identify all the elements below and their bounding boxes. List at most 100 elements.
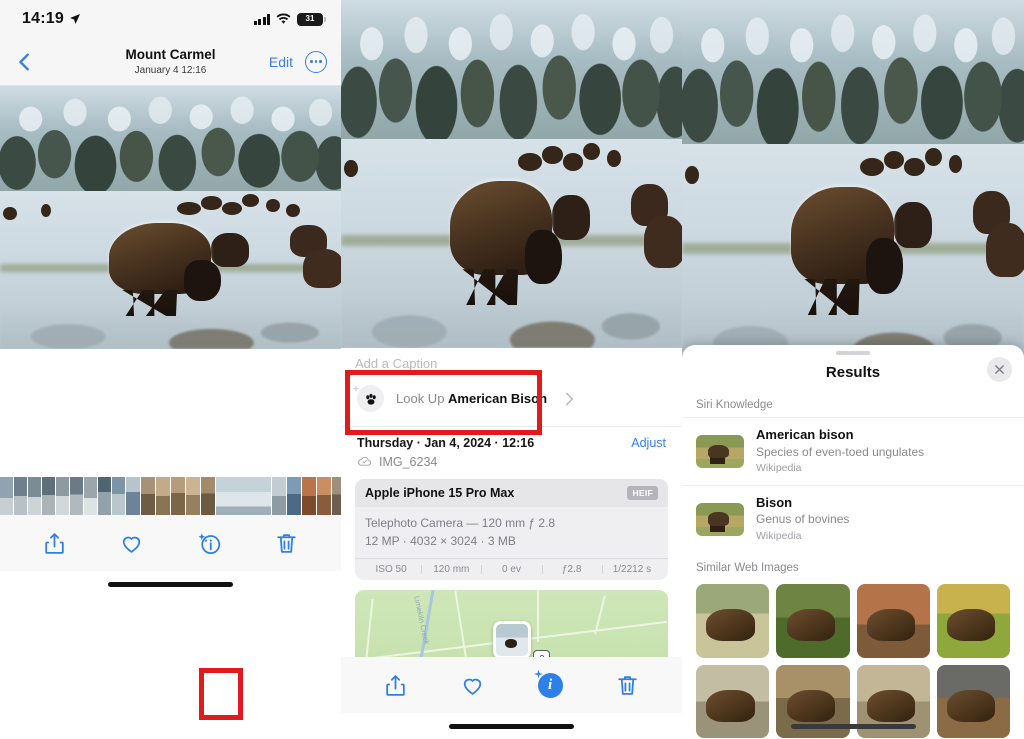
home-indicator[interactable] (790, 723, 916, 729)
knowledge-item[interactable]: American bison Species of even-toed ungu… (682, 417, 1024, 485)
photo-viewer[interactable] (0, 86, 341, 349)
lens-info: Telephoto Camera — 120 mm ƒ 2.8 (365, 516, 556, 530)
share-icon[interactable] (383, 673, 408, 698)
bison-far (518, 153, 543, 171)
filmstrip-thumb[interactable] (287, 477, 301, 515)
trash-icon[interactable] (615, 673, 640, 698)
edit-button[interactable]: Edit (269, 54, 293, 70)
heart-icon[interactable] (119, 531, 144, 556)
wifi-icon (276, 13, 291, 24)
filmstrip-thumb-selected[interactable] (216, 477, 271, 515)
chevron-left-icon[interactable] (14, 51, 36, 73)
share-icon[interactable] (42, 531, 67, 556)
filmstrip-thumb[interactable] (56, 477, 69, 515)
close-icon[interactable] (987, 357, 1012, 382)
heart-icon[interactable] (460, 673, 485, 698)
home-indicator[interactable] (108, 581, 233, 587)
exif-card: Apple iPhone 15 Pro Max HEIF Telephoto C… (355, 479, 668, 580)
filmstrip-thumb[interactable] (171, 477, 185, 515)
file-name: IMG_6234 (379, 454, 438, 469)
photo-pin-icon[interactable] (492, 620, 531, 664)
filmstrip-thumb[interactable] (84, 477, 97, 515)
battery-level: 31 (305, 14, 315, 23)
photo-viewer[interactable] (341, 0, 682, 348)
bottom-toolbar (0, 515, 341, 571)
filmstrip-thumb[interactable] (126, 477, 140, 515)
photo-viewer[interactable] (682, 0, 1024, 360)
caption-input[interactable]: Add a Caption (341, 348, 682, 371)
web-image-subject (786, 609, 835, 642)
chevron-right-icon (566, 392, 574, 405)
photo-filmstrip[interactable] (0, 477, 341, 515)
bison-far (606, 149, 621, 168)
bison-far (221, 201, 243, 215)
web-image-subject (947, 609, 996, 642)
nav-bar: Mount Carmel January 4 12:16 Edit (0, 38, 341, 86)
home-indicator-area (341, 713, 682, 739)
web-image-thumb[interactable] (696, 584, 770, 658)
web-image-thumb[interactable] (936, 584, 1010, 658)
nav-actions: Edit (269, 50, 327, 73)
knowledge-item[interactable]: Bison Genus of bovines Wikipedia (682, 484, 1024, 553)
info-sparkle-icon[interactable] (197, 531, 222, 556)
capture-date-row: Thursday · Jan 4, 2024 · 12:16 Adjust (341, 427, 682, 450)
status-right: 31 (253, 12, 326, 26)
filmstrip-thumb[interactable] (156, 477, 170, 515)
sparkle-icon (351, 384, 361, 393)
photo-forest (0, 86, 341, 197)
panel-lookup-results: Results Siri Knowledge American bison Sp… (682, 0, 1024, 739)
bison-far (685, 165, 700, 184)
image-specs: 12 MP · 4032 × 3024 · 3 MB (365, 534, 516, 548)
exif-body: Telephoto Camera — 120 mm ƒ 2.8 12 MP · … (355, 507, 668, 558)
home-indicator-area (682, 713, 1024, 739)
knowledge-title: American bison (756, 427, 854, 442)
bison-mid (211, 233, 249, 268)
bison-far (924, 147, 942, 166)
bison-far (948, 154, 963, 173)
filmstrip-thumb[interactable] (201, 477, 215, 515)
bison-far (265, 199, 280, 213)
bison-mid (894, 201, 932, 249)
knowledge-title: Bison (756, 494, 793, 510)
location-arrow-icon (69, 14, 80, 24)
ellipsis-circle-icon[interactable] (305, 50, 327, 73)
visual-lookup-row[interactable]: Look Up American Bison (341, 371, 682, 427)
web-image-thumb[interactable] (856, 584, 930, 658)
exif-stat-aperture: ƒ2.8 (541, 564, 602, 575)
trash-icon[interactable] (274, 531, 299, 556)
bison-foreground (450, 180, 562, 285)
filmstrip-thumb[interactable] (272, 477, 286, 515)
filmstrip-thumb[interactable] (70, 477, 83, 515)
filmstrip-thumb[interactable] (0, 477, 13, 515)
section-label-images: Similar Web Images (696, 562, 799, 575)
filmstrip-thumb[interactable] (317, 477, 331, 515)
web-image-thumb[interactable] (776, 584, 850, 658)
knowledge-thumbnail (696, 502, 744, 536)
filmstrip-thumb[interactable] (112, 477, 125, 515)
bison-mid (986, 223, 1024, 278)
results-sheet: Results Siri Knowledge American bison Sp… (682, 345, 1024, 739)
annotation-box-info-button (199, 668, 243, 720)
info-sparkle-icon-active[interactable]: i (533, 668, 563, 698)
home-indicator[interactable] (449, 723, 574, 729)
panel-photo-view: 14:19 31 Mount Carmel January 4 12:16 Ed… (0, 0, 341, 739)
exif-header: Apple iPhone 15 Pro Max HEIF (355, 479, 668, 507)
bison-mid (644, 215, 682, 268)
section-label-knowledge: Siri Knowledge (696, 399, 773, 411)
adjust-button[interactable]: Adjust (631, 436, 666, 450)
bison-foreground (791, 187, 903, 295)
results-title: Results (825, 363, 881, 381)
filmstrip-thumb[interactable] (302, 477, 316, 515)
lookup-label: Look Up American Bison (396, 391, 547, 406)
filmstrip-thumb[interactable] (332, 477, 341, 515)
filmstrip-thumb[interactable] (98, 477, 111, 515)
filmstrip-thumb[interactable] (186, 477, 200, 515)
filmstrip-thumb[interactable] (141, 477, 155, 515)
filmstrip-thumb[interactable] (14, 477, 27, 515)
filmstrip-thumb[interactable] (28, 477, 41, 515)
file-name-row: IMG_6234 (341, 450, 682, 479)
paw-glyph (365, 393, 376, 405)
filmstrip-thumb[interactable] (42, 477, 55, 515)
panel-photo-info: Add a Caption Look Up American Bison Thu… (341, 0, 682, 739)
sparkle-icon (533, 668, 543, 679)
